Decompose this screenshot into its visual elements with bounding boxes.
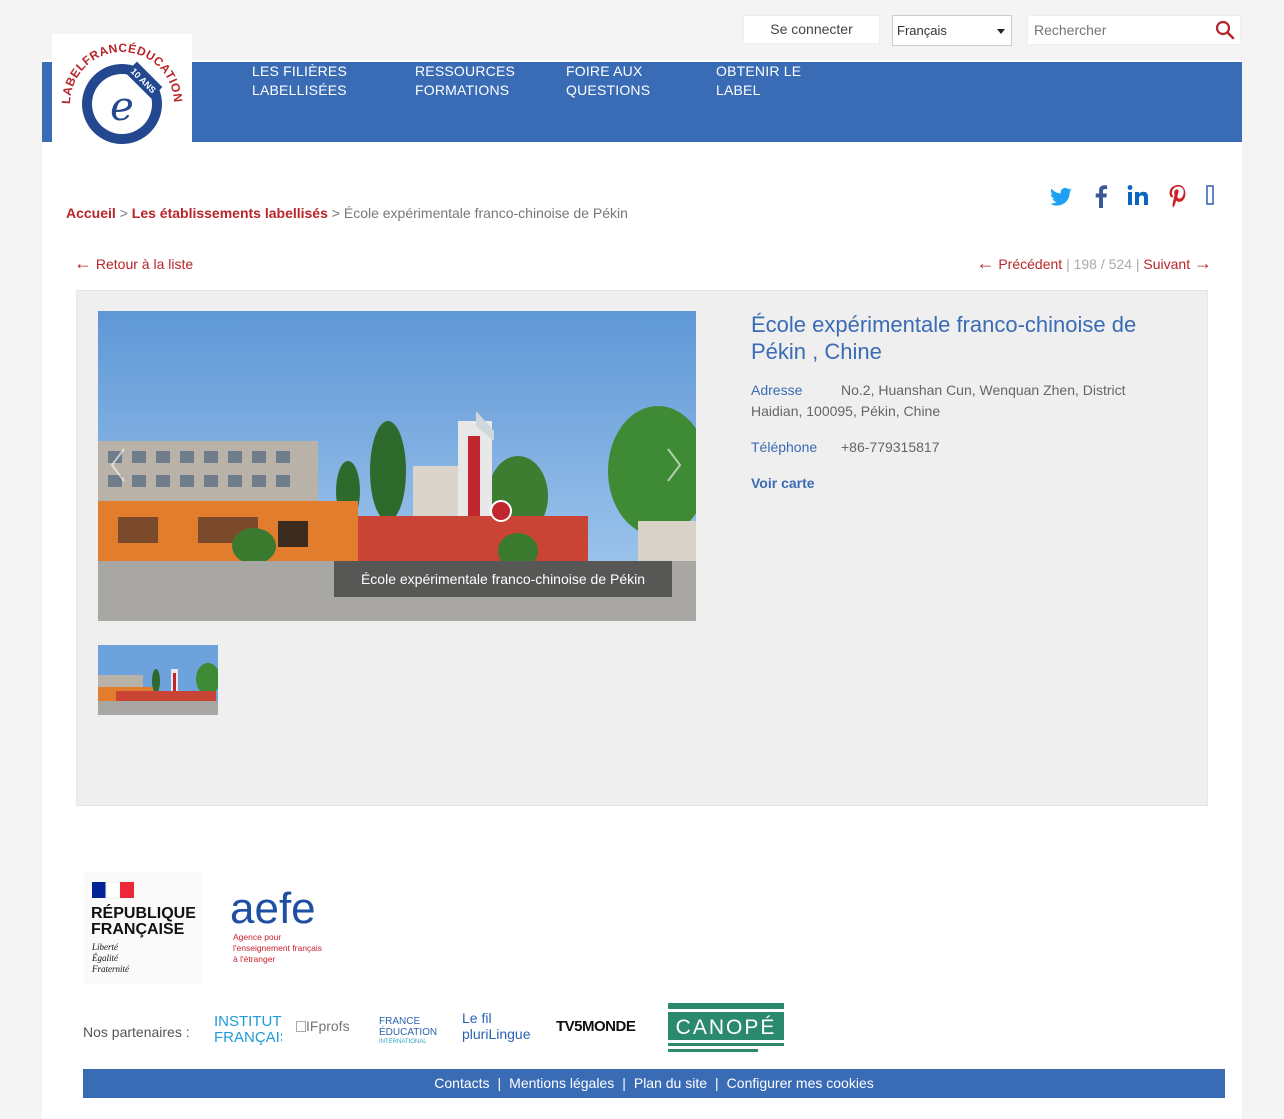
breadcrumb-home-link[interactable]: Accueil bbox=[66, 205, 116, 221]
gallery-thumbnail[interactable] bbox=[98, 645, 218, 715]
svg-text:l'enseignement français: l'enseignement français bbox=[233, 943, 322, 953]
svg-text:FRANCE: FRANCE bbox=[379, 1016, 420, 1027]
breadcrumb-separator: > bbox=[331, 205, 340, 221]
svg-text:Fraternité: Fraternité bbox=[91, 964, 130, 974]
next-link[interactable]: Suivant → bbox=[1143, 253, 1212, 273]
svg-text:ÉDUCATION: ÉDUCATION bbox=[379, 1025, 437, 1038]
ifprofs-logo[interactable]: IFprofs bbox=[296, 1018, 350, 1034]
svg-text:INTERNATIONAL: INTERNATIONAL bbox=[379, 1039, 427, 1045]
footer-separator: | bbox=[715, 1075, 719, 1091]
footer-bar: Contacts | Mentions légales | Plan du site | C… bbox=[83, 1069, 1225, 1098]
address-label: Adresse bbox=[751, 382, 803, 398]
footer-link-plan-du-site[interactable]: Plan du site bbox=[634, 1075, 707, 1091]
svg-text:Agence pour: Agence pour bbox=[233, 932, 281, 942]
fil-plurilingue-logo[interactable]: Le fil pluriLingue bbox=[462, 1010, 540, 1046]
more-icon[interactable] bbox=[1203, 182, 1219, 210]
nav-item-ressources[interactable]: RESSOURCES FORMATIONS bbox=[415, 62, 515, 100]
pager-separator: | bbox=[1066, 256, 1074, 272]
breadcrumb-current: École expérimentale franco-chinoise de P… bbox=[343, 205, 628, 221]
svg-text:Le fil: Le fil bbox=[462, 1010, 492, 1026]
ifprofs-alt-text: IFprofs bbox=[306, 1018, 350, 1034]
record-pager: ← Précédent | 198 / 524 | Suivant → bbox=[976, 253, 1212, 274]
language-selected-value: Français bbox=[897, 23, 947, 38]
nav-item-filieres[interactable]: LES FILIÈRES LABELLISÉES bbox=[252, 62, 347, 100]
photo-caption: École expérimentale franco-chinoise de P… bbox=[334, 561, 672, 597]
arrow-left-icon: ← bbox=[74, 253, 92, 273]
previous-link[interactable]: ← Précédent bbox=[976, 253, 1066, 273]
institut-francais-logo[interactable]: INSTITUT FRANÇAIS bbox=[214, 1011, 290, 1046]
partners-label: Nos partenaires : bbox=[83, 1024, 190, 1040]
breadcrumb: Accueil > Les établissements labellisés … bbox=[66, 205, 628, 221]
gallery-prev-arrow-icon[interactable] bbox=[108, 445, 128, 485]
phone-value: +86-779315817 bbox=[841, 439, 940, 455]
pinterest-icon[interactable] bbox=[1165, 182, 1191, 210]
france-education-international-logo[interactable]: FRANCE ÉDUCATION INTERNATIONAL bbox=[379, 1013, 443, 1045]
svg-text:CANOPÉ: CANOPÉ bbox=[676, 1016, 777, 1039]
svg-text:INSTITUT: INSTITUT bbox=[214, 1013, 282, 1030]
svg-text:Liberté: Liberté bbox=[91, 942, 119, 952]
svg-text:e: e bbox=[110, 84, 134, 130]
nav-item-faq[interactable]: FOIRE AUX QUESTIONS bbox=[566, 62, 650, 100]
gallery-next-arrow-icon[interactable] bbox=[664, 445, 684, 485]
address-line-2: Haidian, 100095, Pékin, Chine bbox=[751, 403, 941, 419]
republique-francaise-logo[interactable]: RÉPUBLIQUE FRANÇAISE Liberté Égalité Fra… bbox=[84, 872, 202, 984]
svg-text:FRANÇAISE: FRANÇAISE bbox=[91, 921, 185, 938]
back-to-list-link[interactable]: ← Retour à la liste bbox=[74, 253, 193, 274]
arrow-left-icon: ← bbox=[976, 253, 995, 273]
back-to-list-label: Retour à la liste bbox=[95, 256, 194, 272]
nav-item-obtenir-label[interactable]: OBTENIR LE LABEL bbox=[716, 62, 801, 100]
canope-logo[interactable]: CANOPÉ bbox=[668, 1003, 784, 1053]
search-box bbox=[1027, 15, 1241, 45]
svg-text:Égalité: Égalité bbox=[91, 953, 119, 963]
record-position: 198 / 524 bbox=[1073, 256, 1132, 272]
svg-text:aefe: aefe bbox=[230, 885, 316, 933]
school-title: École expérimentale franco-chinoise de P… bbox=[751, 312, 1137, 364]
footer-link-contacts[interactable]: Contacts bbox=[434, 1075, 489, 1091]
svg-text:FRANÇAIS: FRANÇAIS bbox=[214, 1029, 282, 1045]
language-select[interactable]: Français bbox=[892, 15, 1012, 46]
facebook-icon[interactable] bbox=[1088, 182, 1114, 210]
tv5monde-logo[interactable]: TV5MONDE bbox=[556, 1018, 636, 1035]
svg-text:pluriLingue: pluriLingue bbox=[462, 1026, 531, 1042]
footer-link-mentions-legales[interactable]: Mentions légales bbox=[509, 1075, 614, 1091]
view-map-link[interactable]: Voir carte bbox=[751, 475, 815, 491]
search-icon[interactable] bbox=[1214, 19, 1236, 41]
footer-link-cookies[interactable]: Configurer mes cookies bbox=[727, 1075, 874, 1091]
next-label: Suivant bbox=[1143, 256, 1191, 272]
broken-image-icon bbox=[296, 1021, 306, 1032]
previous-label: Précédent bbox=[998, 256, 1063, 272]
svg-text:RÉPUBLIQUE: RÉPUBLIQUE bbox=[91, 903, 196, 922]
twitter-icon[interactable] bbox=[1048, 182, 1074, 210]
labelfranceducation-logo[interactable]: e LABELFRANCÉDUCATION 10 ANS bbox=[52, 34, 192, 174]
footer-separator: | bbox=[622, 1075, 626, 1091]
arrow-right-icon: → bbox=[1194, 253, 1212, 273]
breadcrumb-section-link[interactable]: Les établissements labellisés bbox=[132, 205, 328, 221]
svg-text:à l'étranger: à l'étranger bbox=[233, 954, 275, 964]
main-nav: LES FILIÈRES LABELLISÉES RESSOURCES FORM… bbox=[42, 62, 1242, 142]
footer-separator: | bbox=[497, 1075, 502, 1091]
address-line-1: No.2, Huanshan Cun, Wenquan Zhen, Distri… bbox=[841, 382, 1126, 398]
aefe-logo[interactable]: aefe Agence pour l'enseignement français… bbox=[230, 884, 340, 969]
phone-label: Téléphone bbox=[751, 439, 818, 455]
linkedin-icon[interactable] bbox=[1125, 182, 1151, 210]
search-input[interactable] bbox=[1028, 16, 1208, 44]
breadcrumb-separator: > bbox=[119, 205, 128, 221]
login-button[interactable]: Se connecter bbox=[743, 15, 880, 44]
chevron-down-icon bbox=[997, 29, 1005, 34]
